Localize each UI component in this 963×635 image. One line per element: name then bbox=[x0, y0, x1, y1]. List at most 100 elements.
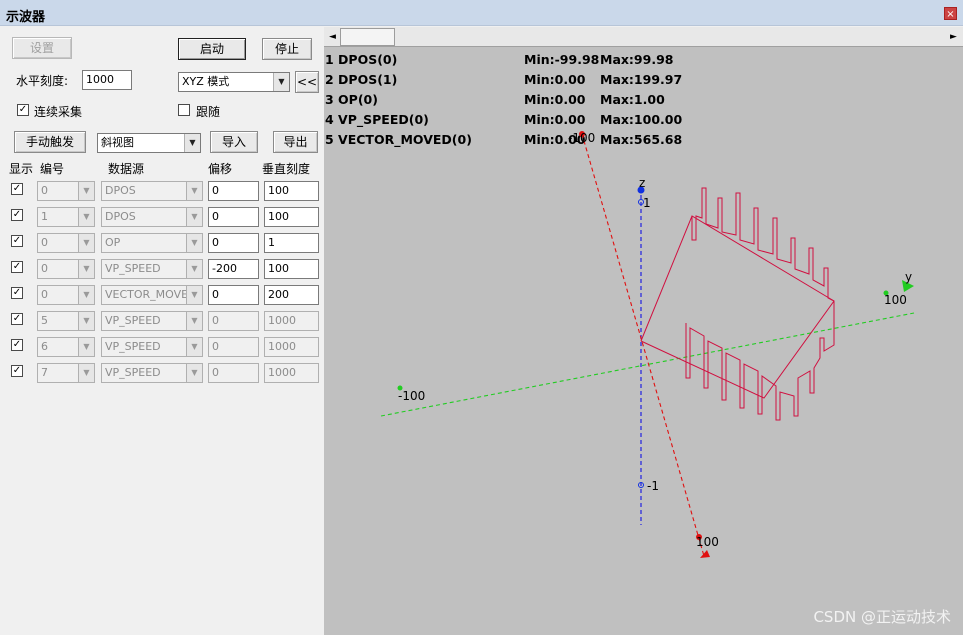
trace-outline bbox=[640, 215, 835, 399]
settings-button[interactable]: 设置 bbox=[12, 37, 72, 59]
x-axis-arrow-icon bbox=[700, 550, 710, 558]
chevron-down-icon: ▼ bbox=[186, 182, 202, 200]
scope-display: ◄ ► 1 DPOS(0) Min:-99.98 Max:99.98 2 DPOS(1… bbox=[324, 27, 963, 635]
row-show-checkbox[interactable]: ✓ bbox=[11, 261, 23, 273]
control-panel: 设置 启动 停止 水平刻度: 1000 XYZ 模式 ▼ << ✓ 连续采集 跟… bbox=[0, 27, 324, 635]
scroll-left-icon[interactable]: ◄ bbox=[325, 29, 340, 45]
chevron-down-icon: ▼ bbox=[186, 364, 202, 382]
scroll-thumb[interactable] bbox=[340, 28, 395, 46]
import-button[interactable]: 导入 bbox=[210, 131, 258, 153]
row-source-value: VP_SPEED bbox=[105, 340, 161, 353]
xyz-plot: -100 100 -100 100 y z 1 -1 bbox=[380, 131, 915, 558]
row-id-select[interactable]: 7 ▼ bbox=[37, 363, 95, 383]
row-offset-input[interactable]: 0 bbox=[208, 233, 259, 253]
scroll-right-icon[interactable]: ► bbox=[946, 29, 961, 45]
row-show-checkbox[interactable]: ✓ bbox=[11, 235, 23, 247]
chevron-down-icon: ▼ bbox=[78, 286, 94, 304]
row-scale-input[interactable]: 1 bbox=[264, 233, 319, 253]
collapse-button[interactable]: << bbox=[295, 71, 319, 93]
col-header-offset: 偏移 bbox=[208, 162, 233, 176]
row-scale-input[interactable]: 1000 bbox=[264, 337, 319, 357]
col-header-id: 编号 bbox=[40, 162, 65, 176]
row-source-select[interactable]: VP_SPEED ▼ bbox=[101, 363, 203, 383]
row-offset-input[interactable]: 0 bbox=[208, 337, 259, 357]
mode-select-value: XYZ 模式 bbox=[182, 75, 230, 88]
chevron-down-icon: ▼ bbox=[186, 208, 202, 226]
row-id-value: 1 bbox=[41, 210, 48, 223]
row-source-select[interactable]: DPOS ▼ bbox=[101, 181, 203, 201]
hscale-input[interactable]: 1000 bbox=[82, 70, 132, 90]
row-id-select[interactable]: 0 ▼ bbox=[37, 285, 95, 305]
row-scale-input[interactable]: 1000 bbox=[264, 311, 319, 331]
row-scale-input[interactable]: 100 bbox=[264, 259, 319, 279]
row-show-checkbox[interactable]: ✓ bbox=[11, 183, 23, 195]
z-axis-neg-label: -1 bbox=[647, 479, 659, 493]
y-axis-pos-label: 100 bbox=[884, 293, 907, 307]
row-id-select[interactable]: 0 ▼ bbox=[37, 181, 95, 201]
checkmark-icon: ✓ bbox=[12, 313, 22, 324]
row-id-value: 0 bbox=[41, 288, 48, 301]
row-id-select[interactable]: 0 ▼ bbox=[37, 259, 95, 279]
close-icon[interactable]: × bbox=[944, 7, 957, 20]
row-show-checkbox[interactable]: ✓ bbox=[11, 339, 23, 351]
row-offset-input[interactable]: 0 bbox=[208, 207, 259, 227]
row-source-select[interactable]: OP ▼ bbox=[101, 233, 203, 253]
row-offset-input[interactable]: 0 bbox=[208, 363, 259, 383]
checkmark-icon: ✓ bbox=[12, 209, 22, 220]
row-offset-input[interactable]: 0 bbox=[208, 181, 259, 201]
row-show-checkbox[interactable]: ✓ bbox=[11, 287, 23, 299]
row-id-value: 7 bbox=[41, 366, 48, 379]
row-offset-input[interactable]: -200 bbox=[208, 259, 259, 279]
row-source-select[interactable]: VP_SPEED ▼ bbox=[101, 311, 203, 331]
continuous-label: 连续采集 bbox=[34, 105, 83, 119]
row-id-select[interactable]: 0 ▼ bbox=[37, 233, 95, 253]
row-scale-input[interactable]: 100 bbox=[264, 181, 319, 201]
checkmark-icon: ✓ bbox=[12, 339, 22, 350]
window-title: 示波器 bbox=[6, 10, 46, 25]
chevron-down-icon: ▼ bbox=[78, 312, 94, 330]
row-source-value: OP bbox=[105, 236, 121, 249]
row-id-value: 0 bbox=[41, 236, 48, 249]
row-id-value: 0 bbox=[41, 184, 48, 197]
row-show-checkbox[interactable]: ✓ bbox=[11, 313, 23, 325]
checkmark-icon: ✓ bbox=[12, 365, 22, 376]
chevron-down-icon: ▼ bbox=[186, 338, 202, 356]
row-id-value: 6 bbox=[41, 340, 48, 353]
watermark: CSDN @正运动技术 bbox=[813, 608, 951, 626]
row-offset-input[interactable]: 0 bbox=[208, 285, 259, 305]
hscale-label: 水平刻度: bbox=[16, 74, 69, 88]
chevron-down-icon: ▼ bbox=[78, 182, 94, 200]
follow-label: 跟随 bbox=[196, 105, 221, 119]
row-scale-input[interactable]: 1000 bbox=[264, 363, 319, 383]
motion-trace bbox=[640, 187, 835, 421]
mode-select[interactable]: XYZ 模式 ▼ bbox=[178, 72, 290, 92]
col-header-source: 数据源 bbox=[108, 162, 145, 176]
row-source-value: DPOS bbox=[105, 184, 136, 197]
row-source-select[interactable]: VP_SPEED ▼ bbox=[101, 337, 203, 357]
start-button[interactable]: 启动 bbox=[178, 38, 246, 60]
view-select-value: 斜视图 bbox=[101, 136, 134, 149]
chevron-down-icon: ▼ bbox=[78, 208, 94, 226]
row-source-select[interactable]: DPOS ▼ bbox=[101, 207, 203, 227]
view-select[interactable]: 斜视图 ▼ bbox=[97, 133, 201, 153]
row-id-select[interactable]: 1 ▼ bbox=[37, 207, 95, 227]
row-id-select[interactable]: 6 ▼ bbox=[37, 337, 95, 357]
horizontal-scrollbar[interactable]: ◄ ► bbox=[324, 27, 963, 47]
stop-button[interactable]: 停止 bbox=[262, 38, 312, 60]
follow-checkbox[interactable] bbox=[178, 104, 190, 116]
row-show-checkbox[interactable]: ✓ bbox=[11, 365, 23, 377]
row-scale-input[interactable]: 100 bbox=[264, 207, 319, 227]
row-scale-input[interactable]: 200 bbox=[264, 285, 319, 305]
export-button[interactable]: 导出 bbox=[273, 131, 318, 153]
chevron-down-icon: ▼ bbox=[186, 312, 202, 330]
row-source-select[interactable]: VECTOR_MOVED ▼ bbox=[101, 285, 203, 305]
row-offset-input[interactable]: 0 bbox=[208, 311, 259, 331]
manual-trigger-button[interactable]: 手动触发 bbox=[14, 131, 86, 153]
trace-bottom-teeth bbox=[685, 301, 835, 421]
checkmark-icon: ✓ bbox=[12, 235, 22, 246]
row-id-select[interactable]: 5 ▼ bbox=[37, 311, 95, 331]
row-show-checkbox[interactable]: ✓ bbox=[11, 209, 23, 221]
row-source-select[interactable]: VP_SPEED ▼ bbox=[101, 259, 203, 279]
trace-top-teeth bbox=[691, 187, 835, 302]
continuous-checkbox[interactable]: ✓ bbox=[17, 104, 29, 116]
